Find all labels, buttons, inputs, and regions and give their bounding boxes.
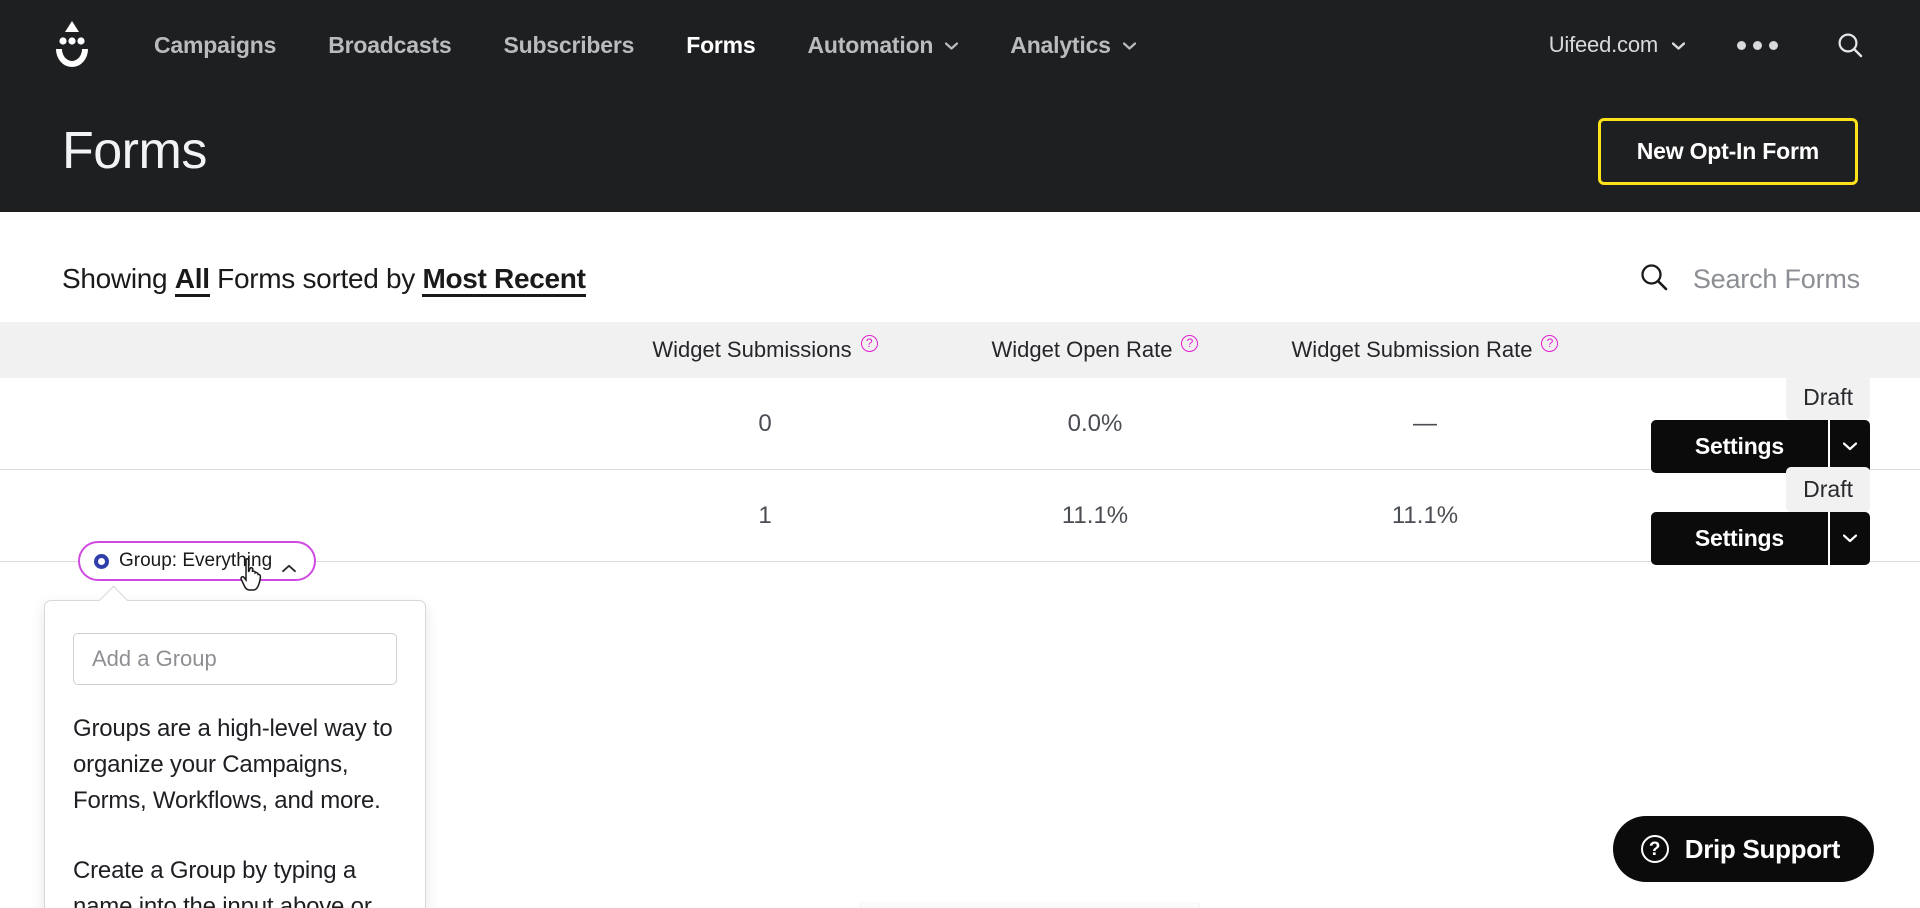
search-icon[interactable] [1639,262,1669,297]
nav-item-campaigns[interactable]: Campaigns [128,32,302,59]
nav-label: Broadcasts [328,31,452,58]
drip-smiley-logo[interactable] [48,19,96,71]
column-label: Widget Submissions [652,337,852,362]
page-title: Forms [62,122,207,180]
group-filter-pill[interactable]: Group: Everything [78,541,317,581]
nav-label: Automation [807,31,934,58]
group-panel-paragraph-1: Groups are a high-level way to organize … [73,715,393,814]
settings-button-group: Settings [1650,419,1870,473]
nav-label: Analytics [1010,31,1111,58]
chevron-down-icon [945,42,959,50]
search-icon[interactable] [1812,31,1872,59]
chevron-down-icon [1842,439,1858,454]
account-switcher[interactable]: Uifeed.com [1531,32,1703,58]
page-content: Showing All Forms sorted by Most Recent … [0,212,1920,908]
question-circle-icon[interactable]: ? [1541,334,1559,352]
search-input[interactable]: Search Forms [1693,264,1860,295]
nav-item-subscribers[interactable]: Subscribers [477,32,660,59]
nav-label: Campaigns [154,31,277,58]
nav-item-forms[interactable]: Forms [660,32,781,59]
status-badge: Draft [1786,374,1870,420]
forms-table: Widget Submissions ? Widget Open Rate ? … [0,322,1920,565]
chevron-down-icon [1842,531,1858,546]
column-label: Widget Submission Rate [1291,337,1533,362]
drip-support-label: Drip Support [1684,833,1841,864]
table-header-row: Widget Submissions ? Widget Open Rate ? … [0,322,1920,378]
page-header: Forms New Opt-In Form [0,90,1920,212]
add-group-input[interactable] [73,633,397,685]
chevron-down-icon [1672,42,1685,50]
group-panel-paragraph-2: Create a Group by typing a name into the… [73,857,372,908]
settings-button-group: Settings [1650,511,1870,565]
widget-open-rate-cell: 0.0% [1067,409,1123,437]
row-actions-cell: Draft Settings [1590,466,1920,565]
nav-label: Forms [686,31,756,58]
group-filter-label: Group: Everything [119,550,273,571]
settings-button[interactable]: Settings [1650,511,1828,565]
new-opt-in-form-button[interactable]: New Opt-In Form [1597,117,1858,185]
question-circle-icon[interactable]: ? [1181,334,1199,352]
dot [1769,40,1778,50]
question-circle-icon: ? [1640,835,1669,863]
sort-most-recent-link[interactable]: Most Recent [422,263,586,297]
list-controls-bar: Showing All Forms sorted by Most Recent … [0,212,1920,308]
status-badge: Draft [1786,466,1870,512]
dot [1753,40,1762,50]
nav-label: Subscribers [503,31,635,58]
widget-submission-rate-cell: 11.1% [1391,501,1459,529]
settings-dropdown-toggle[interactable] [1828,511,1870,565]
dot [1737,40,1746,50]
primary-nav: Campaigns Broadcasts Subscribers Forms A… [128,32,1162,59]
radio-dot-icon [94,553,109,569]
drip-support-button[interactable]: ? Drip Support [1612,816,1874,882]
nav-item-broadcasts[interactable]: Broadcasts [302,32,477,59]
chevron-down-icon [1122,42,1136,50]
offscreen-panel-edge [860,902,1200,908]
widget-submission-rate-cell: — [1413,409,1437,437]
row-actions-cell: Draft Settings [1590,374,1920,473]
search-forms-group[interactable]: Search Forms [1639,262,1860,297]
widget-submissions-cell: 1 [758,501,772,529]
column-header-widget-submissions: Widget Submissions ? [600,334,930,363]
ellipsis-icon[interactable] [1703,40,1812,50]
account-label: Uifeed.com [1548,32,1658,57]
column-header-widget-open-rate: Widget Open Rate ? [930,334,1260,363]
widget-submissions-cell: 0 [758,409,772,437]
group-filter-dropdown-panel: Groups are a high-level way to organize … [44,600,426,908]
table-row[interactable]: 0 0.0% — Draft Settings [0,374,1920,473]
chevron-up-icon [282,557,297,572]
settings-button[interactable]: Settings [1650,419,1828,473]
widget-open-rate-cell: 11.1% [1061,501,1129,529]
top-navigation-bar: Campaigns Broadcasts Subscribers Forms A… [0,0,1920,90]
nav-item-automation[interactable]: Automation [782,32,985,59]
column-label: Widget Open Rate [991,337,1173,362]
question-circle-icon[interactable]: ? [860,334,878,352]
filter-all-link[interactable]: All [174,263,210,297]
showing-summary: Showing All Forms sorted by Most Recent [62,263,586,297]
nav-item-analytics[interactable]: Analytics [984,32,1161,59]
column-header-widget-submission-rate: Widget Submission Rate ? [1260,334,1590,363]
top-nav-right-cluster: Uifeed.com [1531,31,1872,59]
settings-dropdown-toggle[interactable] [1828,419,1870,473]
showing-prefix: Showing [62,263,168,294]
showing-middle: Forms sorted by [217,263,415,294]
